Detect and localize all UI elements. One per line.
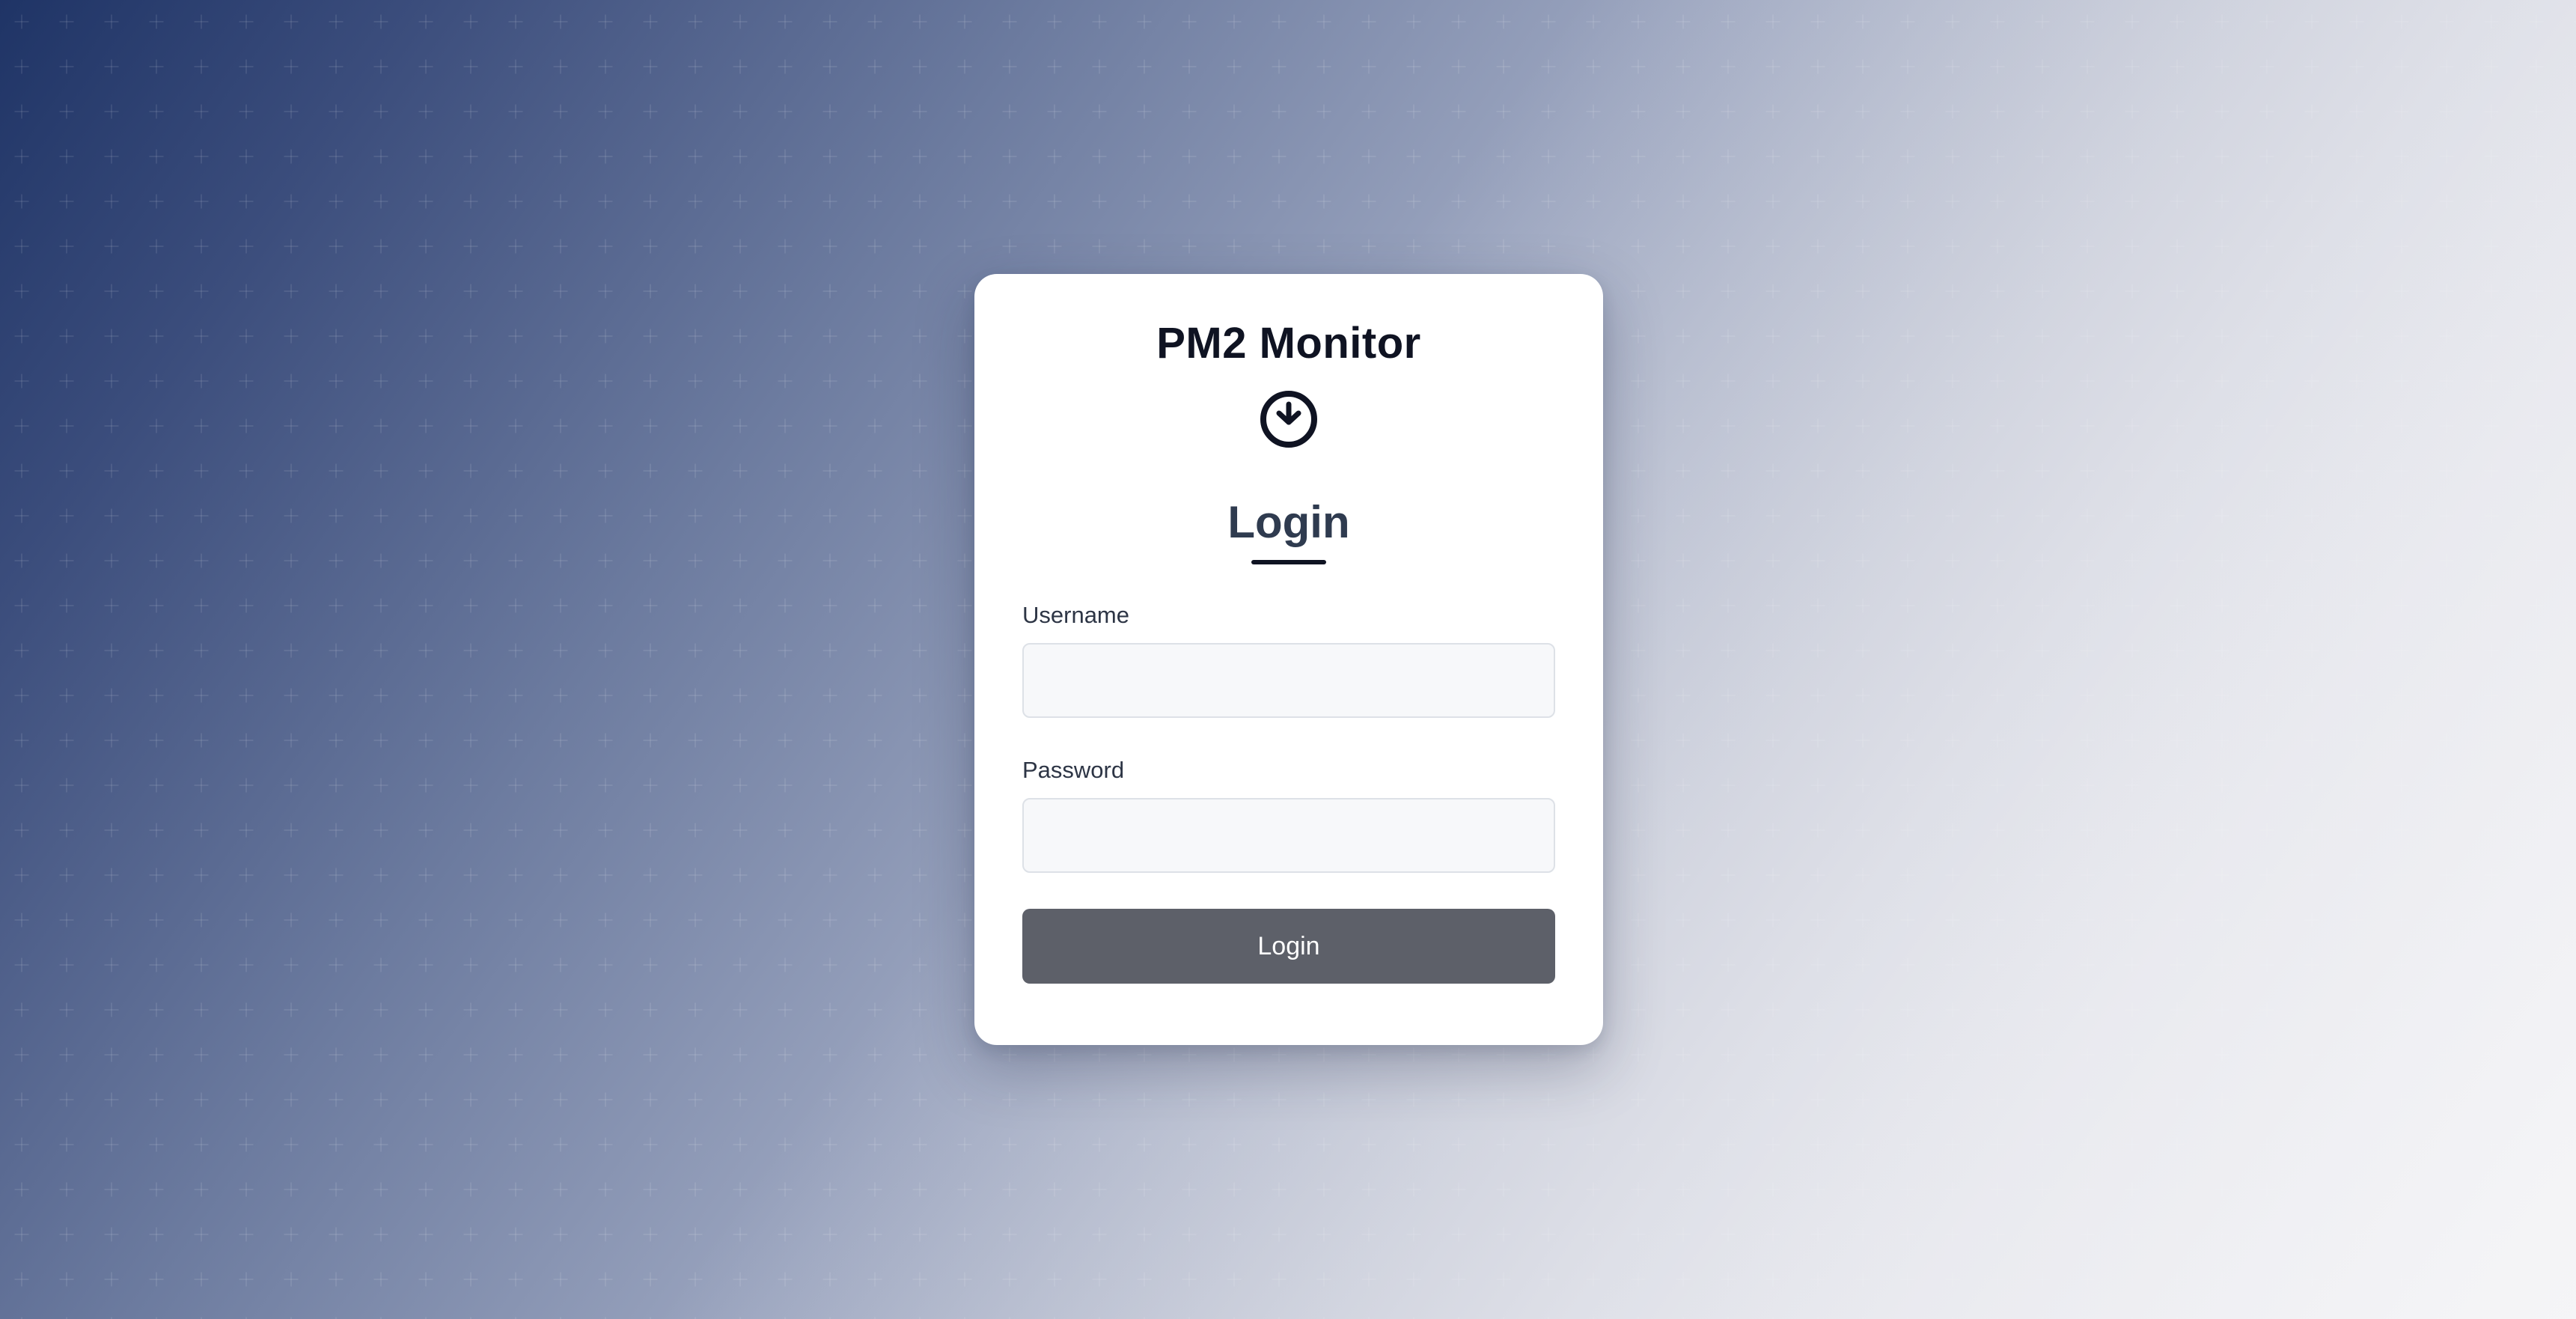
password-label: Password	[1022, 757, 1125, 783]
login-card: PM2 Monitor Login Username Password Logi…	[974, 274, 1603, 1045]
username-input[interactable]	[1022, 643, 1555, 718]
login-button[interactable]: Login	[1022, 909, 1555, 984]
app-title: PM2 Monitor	[1156, 319, 1421, 368]
password-input[interactable]	[1022, 798, 1555, 873]
heading-underline	[1251, 560, 1326, 564]
clock-download-icon	[1260, 391, 1317, 448]
app-logo	[1022, 389, 1555, 449]
login-heading: Login	[1227, 497, 1350, 547]
username-label: Username	[1022, 602, 1129, 628]
